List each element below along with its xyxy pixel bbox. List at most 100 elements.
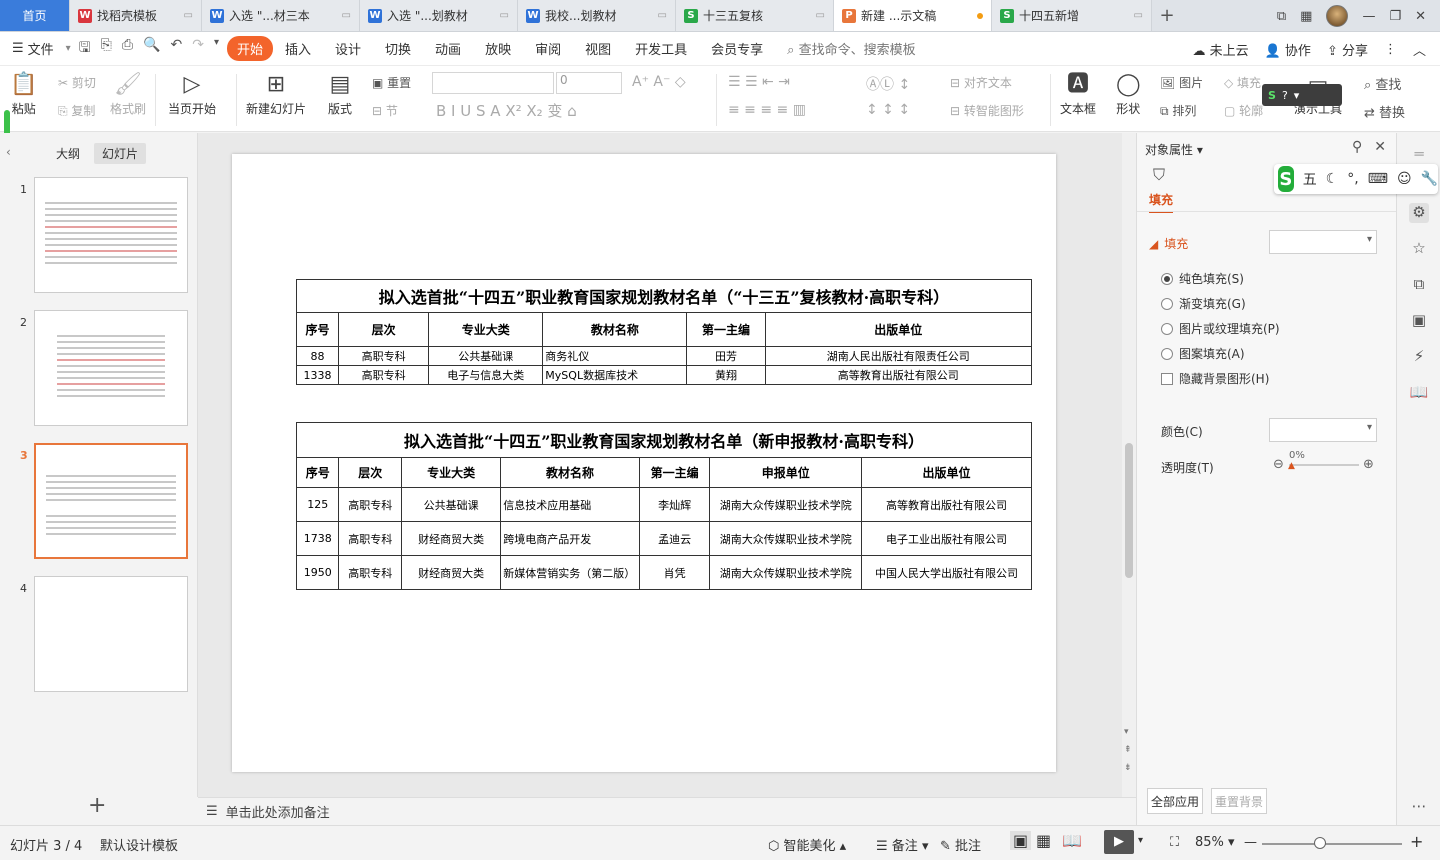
arrange-button[interactable]: ⧉ 排列 <box>1160 102 1196 119</box>
tab-outline[interactable]: 大纲 <box>48 143 88 164</box>
tab-document[interactable]: W 入选 "...划教材 ▭ <box>360 0 518 31</box>
color-select[interactable] <box>1269 418 1377 442</box>
share-button[interactable]: ⇪ 分享 <box>1327 40 1368 59</box>
avatar[interactable] <box>1326 5 1349 27</box>
table-new-applications[interactable]: 拟入选首批“十四五”职业教育国家规划教材名单（新申报教材·高职专科） 序号 层次专… <box>295 422 1032 590</box>
menu-tab[interactable]: 放映 <box>473 39 523 58</box>
align-text-button[interactable]: ⊟ 对齐文本 <box>950 74 1012 91</box>
notes-toggle[interactable]: ☰ 备注 ▾ <box>876 835 928 854</box>
tab-slides[interactable]: 幻灯片 <box>94 143 147 164</box>
undo-icon[interactable]: ↶ <box>170 37 182 61</box>
reading-view-icon[interactable]: 📖 <box>1062 831 1082 850</box>
cloud-status[interactable]: ☁ 未上云 <box>1192 40 1248 59</box>
find-button[interactable]: ⌕ 查找 <box>1364 74 1401 93</box>
sorter-view-icon[interactable]: ▦ <box>1036 831 1051 850</box>
scroll-down-icon[interactable]: ▾ <box>1124 727 1129 737</box>
menu-tab[interactable]: 切换 <box>373 39 423 58</box>
fill-option[interactable]: 渐变填充(G) <box>1161 295 1246 312</box>
reset-button[interactable]: ▣ 重置 <box>372 74 411 91</box>
minimize-icon[interactable]: — <box>1362 9 1375 24</box>
comment-icon[interactable]: ▭ <box>1134 10 1143 21</box>
sogou-mini-toolbar[interactable]: S? ▾ <box>1262 84 1342 106</box>
copy-button[interactable]: ⎘ 复制 <box>58 102 95 119</box>
moon-icon[interactable]: ☾ <box>1326 171 1339 187</box>
zoom-slider[interactable] <box>1262 843 1402 845</box>
radio-button[interactable] <box>1161 272 1173 285</box>
zoom-out-icon[interactable]: — <box>1244 835 1257 850</box>
star-icon[interactable]: ☆ <box>1409 239 1429 259</box>
more-icon[interactable]: ⋯ <box>1409 797 1429 817</box>
comment-icon[interactable]: ▭ <box>658 10 667 21</box>
decrease-icon[interactable]: ⊖ <box>1273 457 1284 472</box>
play-from-current-button[interactable]: ▷ 当页开始 <box>168 70 216 117</box>
font-grow-icon[interactable]: A⁺ A⁻ ◇ <box>632 74 686 90</box>
replace-button[interactable]: ⇄ 替换 <box>1364 102 1405 121</box>
book-icon[interactable]: 📖 <box>1409 383 1429 403</box>
preview-icon[interactable]: 🔍 <box>143 37 160 61</box>
transparency-slider[interactable] <box>1289 464 1359 466</box>
save-icon[interactable]: 🖫 <box>79 37 91 61</box>
prev-page-icon[interactable]: ⇞ <box>1124 745 1132 755</box>
fill-type-select[interactable] <box>1269 230 1377 254</box>
new-slide-button[interactable]: ⊞ 新建幻灯片 <box>246 70 306 117</box>
table-row[interactable]: 1338 高职专科 电子与信息大类 MySQL数据库技术 黄翔 高等教育出版社有限公司 <box>295 365 1033 385</box>
increase-icon[interactable]: ⊕ <box>1363 457 1374 472</box>
close-icon[interactable]: ✕ <box>1415 9 1426 24</box>
font-name-select[interactable] <box>432 72 554 94</box>
list-icons[interactable]: ☰ ☰ ⇤ ⇥ <box>728 74 790 90</box>
section-button[interactable]: ⊟ 节 <box>372 102 398 119</box>
menu-tab[interactable]: 会员专享 <box>699 39 775 58</box>
spacing-icons[interactable]: ↕ ↕ ↕ <box>866 102 910 118</box>
tab-document[interactable]: W 找稻壳模板 ▭ <box>70 0 202 31</box>
zoom-handle[interactable] <box>1314 837 1326 849</box>
wrench-icon[interactable]: 🔧 <box>1421 171 1438 187</box>
collapse-ribbon-icon[interactable]: ︿ <box>1413 40 1426 59</box>
align-icons[interactable]: ≡ ≡ ≡ ≡ ▥ <box>728 102 806 118</box>
table-row[interactable]: 125 高职专科 公共基础课 信息技术应用基础 李灿辉 湖南大众传媒职业技术学院 高等教育出… <box>295 487 1032 522</box>
menu-tab[interactable]: 开始 <box>226 36 273 61</box>
fit-window-icon[interactable]: ⛶ <box>1170 835 1179 850</box>
text-direction-icon[interactable]: ⒶⓁ ↕ <box>866 74 910 94</box>
font-style-icons[interactable]: B I U S A X² X₂ 变 ⌂ <box>436 100 577 121</box>
comments-toggle[interactable]: ✎ 批注 <box>940 835 981 854</box>
tab-document[interactable]: W 我校...划教材 ▭ <box>518 0 676 31</box>
tab-document[interactable]: W 入选 "...材三本 ▭ <box>202 0 360 31</box>
properties-icon[interactable]: ⚙ <box>1409 203 1429 223</box>
slide-thumbnail[interactable] <box>34 310 188 426</box>
comment-icon[interactable]: ▭ <box>816 10 825 21</box>
menu-tab[interactable]: 设计 <box>323 39 373 58</box>
tab-fill[interactable]: 填充 <box>1149 191 1174 213</box>
user-icon[interactable]: ☺ <box>1397 171 1412 187</box>
next-page-icon[interactable]: ⇟ <box>1124 763 1132 773</box>
layout-icon[interactable]: ⧉ <box>1277 9 1286 24</box>
menu-lines-icon[interactable]: ═ <box>1409 145 1429 165</box>
scroll-thumb[interactable] <box>1125 443 1133 578</box>
close-icon[interactable]: ✕ <box>1374 139 1386 155</box>
zoom-in-icon[interactable]: + <box>1410 832 1423 851</box>
play-slideshow-button[interactable]: ▶ <box>1104 830 1134 854</box>
radio-button[interactable] <box>1161 297 1173 310</box>
tab-document[interactable]: 首页 <box>0 0 70 31</box>
new-tab-icon[interactable]: + <box>1152 0 1182 31</box>
vertical-scrollbar[interactable]: ▾ ⇞ ⇟ <box>1122 133 1136 797</box>
restore-icon[interactable]: ❐ <box>1389 9 1401 24</box>
add-slide-icon[interactable]: + <box>88 793 106 818</box>
slide-thumbnail[interactable] <box>34 443 188 559</box>
apply-all-button[interactable]: 全部应用 <box>1147 788 1203 814</box>
format-painter-button[interactable]: 🖌 格式刷 <box>110 70 146 117</box>
menu-tab[interactable]: 插入 <box>273 39 323 58</box>
font-size-select[interactable]: 0 <box>556 72 622 94</box>
collaborate-button[interactable]: 👤 协作 <box>1265 40 1311 59</box>
table-row[interactable]: 1950 高职专科 财经商贸大类 新媒体营销实务（第二版） 肖凭 湖南大众传媒职业技术学院… <box>295 555 1032 590</box>
unsaved-dot-icon[interactable] <box>977 12 983 19</box>
table-row[interactable]: 88 高职专科 公共基础课 商务礼仪 田芳 湖南人民出版社有限责任公司 <box>295 346 1033 366</box>
tab-document[interactable]: S 十三五复核 ▭ <box>676 0 834 31</box>
slider-handle[interactable]: ▲ <box>1288 461 1295 471</box>
redo-icon[interactable]: ↷ <box>192 37 204 61</box>
comment-icon[interactable]: ▭ <box>500 10 509 21</box>
table-shisanwu[interactable]: 拟入选首批“十四五”职业教育国家规划教材名单（“十三五”复核教材·高职专科） 序… <box>295 279 1033 385</box>
grid-icon[interactable]: ▦ <box>1300 9 1312 24</box>
cut-button[interactable]: ✂ 剪切 <box>58 74 96 91</box>
comment-icon[interactable]: ▭ <box>184 10 193 21</box>
reset-background-button[interactable]: 重置背景 <box>1211 788 1267 814</box>
